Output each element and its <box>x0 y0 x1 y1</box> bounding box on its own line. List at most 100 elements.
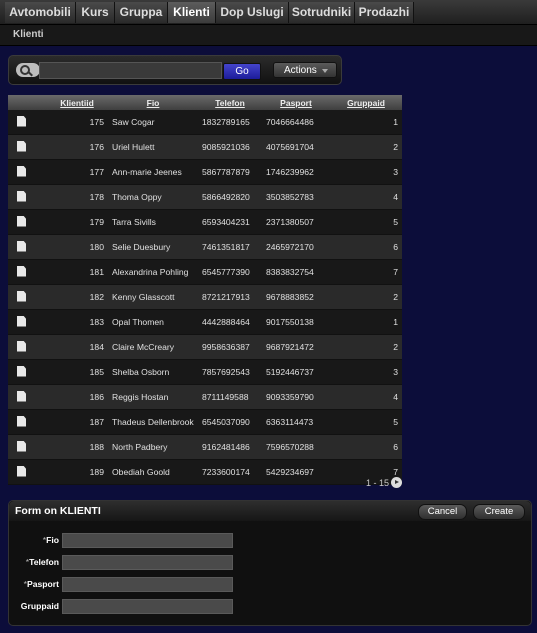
table-row: 176 Uriel Hulett 9085921036 4075691704 2 <box>8 134 402 160</box>
cell-gruppaid: 5 <box>330 209 402 235</box>
edit-document-icon[interactable] <box>17 365 26 377</box>
edit-cell <box>8 159 46 185</box>
search-bar: Go Actions <box>8 55 342 85</box>
edit-document-icon[interactable] <box>17 240 26 252</box>
tab-avtomobili[interactable]: Avtomobili <box>5 2 76 23</box>
edit-cell <box>8 259 46 285</box>
edit-document-icon[interactable] <box>17 115 26 127</box>
cell-klientiid: 175 <box>46 110 108 135</box>
edit-document-icon[interactable] <box>17 340 26 352</box>
table-row: 177 Ann-marie Jeenes 5867787879 1746239962 3 <box>8 159 402 185</box>
tab-sotrudniki[interactable]: Sotrudniki <box>289 2 355 23</box>
cell-pasport: 5429234697 <box>262 459 330 485</box>
edit-document-icon[interactable] <box>17 415 26 427</box>
cell-gruppaid: 4 <box>330 184 402 210</box>
cell-fio: Saw Cogar <box>108 110 198 135</box>
cell-telefon: 7233600174 <box>198 459 262 485</box>
pasport-label: *Pasport <box>23 579 59 589</box>
table-row: 179 Tarra Sivills 6593404231 2371380507 5 <box>8 209 402 235</box>
cell-telefon: 8721217913 <box>198 284 262 310</box>
cell-gruppaid: 2 <box>330 284 402 310</box>
cell-telefon: 7857692543 <box>198 359 262 385</box>
tab-gruppa[interactable]: Gruppa <box>115 2 168 23</box>
cell-pasport: 7596570288 <box>262 434 330 460</box>
cell-fio: Opal Thomen <box>108 309 198 335</box>
cell-klientiid: 187 <box>46 409 108 435</box>
tab-dop-uslugi[interactable]: Dop Uslugi <box>216 2 289 23</box>
cell-klientiid: 184 <box>46 334 108 360</box>
cell-gruppaid: 6 <box>330 234 402 260</box>
form-header: Form on KLIENTI Cancel Create <box>9 501 531 521</box>
tab-klienti[interactable]: Klienti <box>168 2 216 23</box>
column-header-telefon[interactable]: Telefon <box>198 95 262 110</box>
edit-document-icon[interactable] <box>17 440 26 452</box>
edit-cell <box>8 309 46 335</box>
telefon-field[interactable] <box>62 555 233 570</box>
cell-fio: Alexandrina Pohling <box>108 259 198 285</box>
cell-pasport: 7046664486 <box>262 110 330 135</box>
edit-document-icon[interactable] <box>17 165 26 177</box>
search-input[interactable] <box>39 62 222 79</box>
table-row: 180 Selie Duesbury 7461351817 2465972170 6 <box>8 234 402 260</box>
cell-gruppaid: 1 <box>330 110 402 135</box>
edit-document-icon[interactable] <box>17 215 26 227</box>
edit-document-icon[interactable] <box>17 265 26 277</box>
edit-cell <box>8 209 46 235</box>
cell-pasport: 2371380507 <box>262 209 330 235</box>
table-row: 175 Saw Cogar 1832789165 7046664486 1 <box>8 110 402 135</box>
go-button[interactable]: Go <box>223 63 261 80</box>
cell-pasport: 6363114473 <box>262 409 330 435</box>
edit-document-icon[interactable] <box>17 190 26 202</box>
tab-kurs[interactable]: Kurs <box>76 2 115 23</box>
cell-klientiid: 177 <box>46 159 108 185</box>
cell-fio: Selie Duesbury <box>108 234 198 260</box>
cell-gruppaid: 2 <box>330 334 402 360</box>
gruppaid-field[interactable] <box>62 599 233 614</box>
cell-gruppaid: 7 <box>330 259 402 285</box>
edit-document-icon[interactable] <box>17 140 26 152</box>
search-icon[interactable] <box>16 63 40 77</box>
create-button[interactable]: Create <box>473 504 525 520</box>
cell-klientiid: 183 <box>46 309 108 335</box>
edit-cell <box>8 334 46 360</box>
col-edit <box>8 95 46 110</box>
column-header-gruppaid[interactable]: Gruppaid <box>330 95 402 110</box>
cell-pasport: 1746239962 <box>262 159 330 185</box>
tab-prodazhi[interactable]: Prodazhi <box>355 2 414 23</box>
table-row: 185 Shelba Osborn 7857692543 5192446737 3 <box>8 359 402 385</box>
cell-fio: Tarra Sivills <box>108 209 198 235</box>
cell-telefon: 9085921036 <box>198 134 262 160</box>
cell-fio: Thadeus Dellenbrook <box>108 409 198 435</box>
edit-document-icon[interactable] <box>17 315 26 327</box>
cell-gruppaid: 3 <box>330 159 402 185</box>
cell-klientiid: 186 <box>46 384 108 410</box>
cell-fio: Reggis Hostan <box>108 384 198 410</box>
next-page-icon[interactable] <box>391 477 402 488</box>
cancel-button[interactable]: Cancel <box>418 504 467 520</box>
edit-cell <box>8 234 46 260</box>
cell-telefon: 5867787879 <box>198 159 262 185</box>
table-row: 189 Obediah Goold 7233600174 5429234697 7 <box>8 459 402 485</box>
cell-fio: Shelba Osborn <box>108 359 198 385</box>
klienti-report-table: Klientiid Fio Telefon Pasport Gruppaid 1… <box>8 95 402 485</box>
actions-menu-button[interactable]: Actions <box>273 62 337 78</box>
table-row: 187 Thadeus Dellenbrook 6545037090 63631144… <box>8 409 402 435</box>
column-header-pasport[interactable]: Pasport <box>262 95 330 110</box>
column-header-fio[interactable]: Fio <box>108 95 198 110</box>
cell-klientiid: 180 <box>46 234 108 260</box>
table-row: 186 Reggis Hostan 8711149588 9093359790 4 <box>8 384 402 410</box>
fio-field[interactable] <box>62 533 233 548</box>
cell-klientiid: 188 <box>46 434 108 460</box>
fio-label: *Fio <box>42 535 59 545</box>
edit-document-icon[interactable] <box>17 465 26 477</box>
cell-pasport: 3503852783 <box>262 184 330 210</box>
edit-document-icon[interactable] <box>17 290 26 302</box>
edit-document-icon[interactable] <box>17 390 26 402</box>
pasport-field[interactable] <box>62 577 233 592</box>
column-header-klientiid[interactable]: Klientiid <box>46 95 108 110</box>
cell-pasport: 5192446737 <box>262 359 330 385</box>
edit-cell <box>8 434 46 460</box>
cell-klientiid: 179 <box>46 209 108 235</box>
cell-pasport: 4075691704 <box>262 134 330 160</box>
cell-fio: Kenny Glasscott <box>108 284 198 310</box>
